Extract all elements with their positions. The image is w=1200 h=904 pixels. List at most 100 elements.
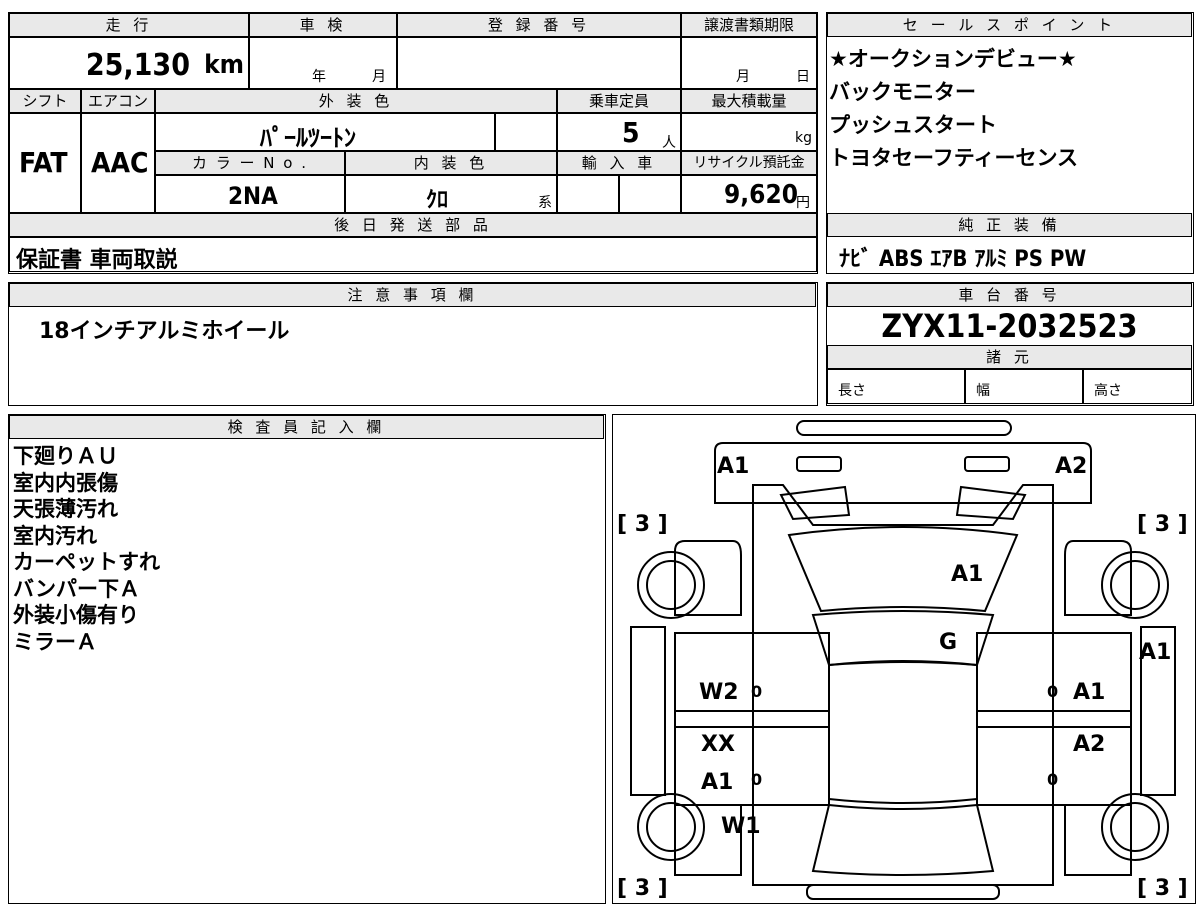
roof — [828, 660, 978, 804]
mark-rear-door-right: A2 — [1073, 732, 1105, 757]
import-cell-b — [619, 175, 681, 213]
sales-point-item: プッシュスタート — [829, 113, 997, 137]
interior-label: 内 装 色 — [345, 151, 557, 175]
front-outline — [714, 442, 1092, 504]
rear-bumper-outline — [806, 884, 1000, 900]
recycle-label: リサイクル預託金 — [681, 151, 817, 175]
maxload-unit: kg — [795, 130, 812, 146]
registration-label: 登 録 番 号 — [397, 13, 681, 37]
transfer-day: 日 — [796, 69, 810, 85]
rear-fender-right — [1064, 804, 1132, 876]
ac-cell: AAC — [81, 113, 155, 213]
width-cell: 幅 — [965, 369, 1083, 404]
inspector-line: 室内内張傷 — [13, 470, 118, 495]
tread-front-right: [ 3 ] — [1137, 512, 1188, 537]
inspection-month: 月 — [372, 69, 386, 85]
sales-point-item: トヨタセーフティーセンス — [829, 146, 1079, 170]
height-cell: 高さ — [1083, 369, 1192, 404]
capacity-label: 乗車定員 — [557, 89, 681, 113]
capacity-value: 5 — [622, 116, 640, 149]
mark-front-door-right: A1 — [1073, 680, 1105, 705]
inspector-line: ミラーＡ — [13, 629, 97, 654]
sales-point-item: バックモニター — [829, 80, 976, 104]
mileage-cell: 25,130 km — [9, 37, 249, 89]
interior-value: ｸﾛ — [426, 188, 449, 213]
equipment-label: 純 正 装 備 — [827, 213, 1192, 237]
tread-rear-left: [ 3 ] — [617, 876, 668, 901]
exterior-cell: ﾊﾟｰﾙﾂｰﾄﾝ — [155, 113, 495, 152]
inspector-line: 下廻りＡＵ — [13, 444, 118, 468]
tread-rear-right: [ 3 ] — [1137, 876, 1188, 901]
inspector-line: カーペットすれ — [13, 550, 160, 574]
shift-label: シフト — [9, 89, 81, 113]
headlight-left — [796, 456, 842, 472]
front-bumper-outline — [796, 420, 1012, 436]
mark-right-side: A1 — [1139, 640, 1171, 665]
mileage-value: 25,130 — [85, 48, 190, 83]
color-no-value: 2NA — [228, 182, 278, 210]
notes-value: 18インチアルミホイール — [39, 319, 290, 344]
maxload-cell: kg — [681, 113, 817, 151]
mark-windshield: G — [939, 630, 957, 655]
capacity-unit: 人 — [662, 135, 676, 151]
headlight-right — [964, 456, 1010, 472]
mark-front-right: A2 — [1055, 454, 1087, 479]
tread-front-left: [ 3 ] — [617, 512, 668, 537]
inspector-label: 検 査 員 記 入 欄 — [9, 415, 604, 439]
side-left-strip — [630, 626, 666, 796]
shift-value: FAT — [19, 146, 68, 179]
inspection-cell: 年 月 — [249, 37, 397, 89]
import-label: 輸 入 車 — [557, 151, 681, 175]
transfer-month: 月 — [736, 69, 750, 85]
length-cell: 長さ — [827, 369, 965, 404]
inspector-line: 外装小傷有り — [13, 603, 139, 627]
registration-cell — [397, 37, 681, 89]
car-diagram-panel: A1 A2 A1 G A1 W2 A1 XX A2 A1 W1 [ 3 ] [ … — [612, 414, 1196, 904]
mark-front-door-left: W2 — [699, 680, 739, 705]
wheel-rear-right-inner — [1110, 802, 1160, 852]
sales-points-label: セ ー ル ス ポ イ ン ト — [827, 13, 1192, 37]
inspector-line: 天張薄汚れ — [13, 497, 118, 521]
width-label: 幅 — [976, 383, 990, 399]
spec-table: 走 行 車 検 登 録 番 号 譲渡書類期限 25,130 km 年 月 月 日… — [8, 12, 818, 274]
zero-mark: 0 — [1047, 682, 1058, 701]
maxload-label: 最大積載量 — [681, 89, 817, 113]
shift-cell: FAT — [9, 113, 81, 213]
inspector-panel: 検 査 員 記 入 欄 下廻りＡＵ 室内内張傷 天張薄汚れ 室内汚れ カーペット… — [8, 414, 606, 904]
later-parts-value: 保証書 車両取説 — [16, 248, 178, 273]
capacity-cell: 5 人 — [557, 113, 681, 151]
car-diagram: A1 A2 A1 G A1 W2 A1 XX A2 A1 W1 [ 3 ] [ … — [617, 420, 1188, 901]
inspector-line: 室内汚れ — [13, 523, 97, 548]
equipment-value: ﾅﾋﾞ ABS ｴｱB ｱﾙﾐ PS PW — [839, 247, 1087, 272]
mark-rear-fender-left: W1 — [721, 814, 761, 839]
interior-cell: ｸﾛ 系 — [345, 175, 557, 213]
wheel-rear-left-inner — [646, 802, 696, 852]
color-no-cell: 2NA — [155, 175, 345, 213]
inspector-line: バンパー下Ａ — [13, 576, 141, 601]
recycle-value: 9,620 — [724, 180, 798, 210]
color-no-label: カ ラ ー N o . — [155, 151, 345, 175]
mark-front-left: A1 — [717, 454, 749, 479]
inspection-year: 年 — [312, 69, 326, 85]
inspection-label: 車 検 — [249, 13, 397, 37]
notes-panel: 注 意 事 項 欄 18インチアルミホイール — [8, 282, 818, 406]
zero-mark: 0 — [751, 682, 762, 701]
roof-front — [811, 610, 995, 667]
interior-unit: 系 — [538, 195, 552, 211]
notes-label: 注 意 事 項 欄 — [9, 283, 816, 307]
wheel-front-right-inner — [1110, 560, 1160, 610]
sales-points-list: ★オークションデビュー★ バックモニター プッシュスタート トヨタセーフティーセ… — [829, 43, 1078, 175]
length-label: 長さ — [838, 383, 866, 399]
wheel-front-left-inner — [646, 560, 696, 610]
zero-mark: 0 — [751, 770, 762, 789]
mileage-label: 走 行 — [9, 13, 249, 37]
exterior-extra-cell — [495, 113, 557, 151]
chassis-label: 車 台 番 号 — [827, 283, 1192, 307]
exterior-value: ﾊﾟｰﾙﾂｰﾄﾝ — [260, 124, 356, 152]
mark-rear-door-left-bottom: A1 — [701, 770, 733, 795]
later-parts-label: 後 日 発 送 部 品 — [9, 213, 817, 237]
body-outline — [752, 484, 1054, 886]
transfer-cell: 月 日 — [681, 37, 817, 89]
specs-label: 諸 元 — [827, 345, 1192, 369]
chassis-panel: 車 台 番 号 ZYX11-2032523 諸 元 長さ 幅 高さ — [826, 282, 1194, 406]
